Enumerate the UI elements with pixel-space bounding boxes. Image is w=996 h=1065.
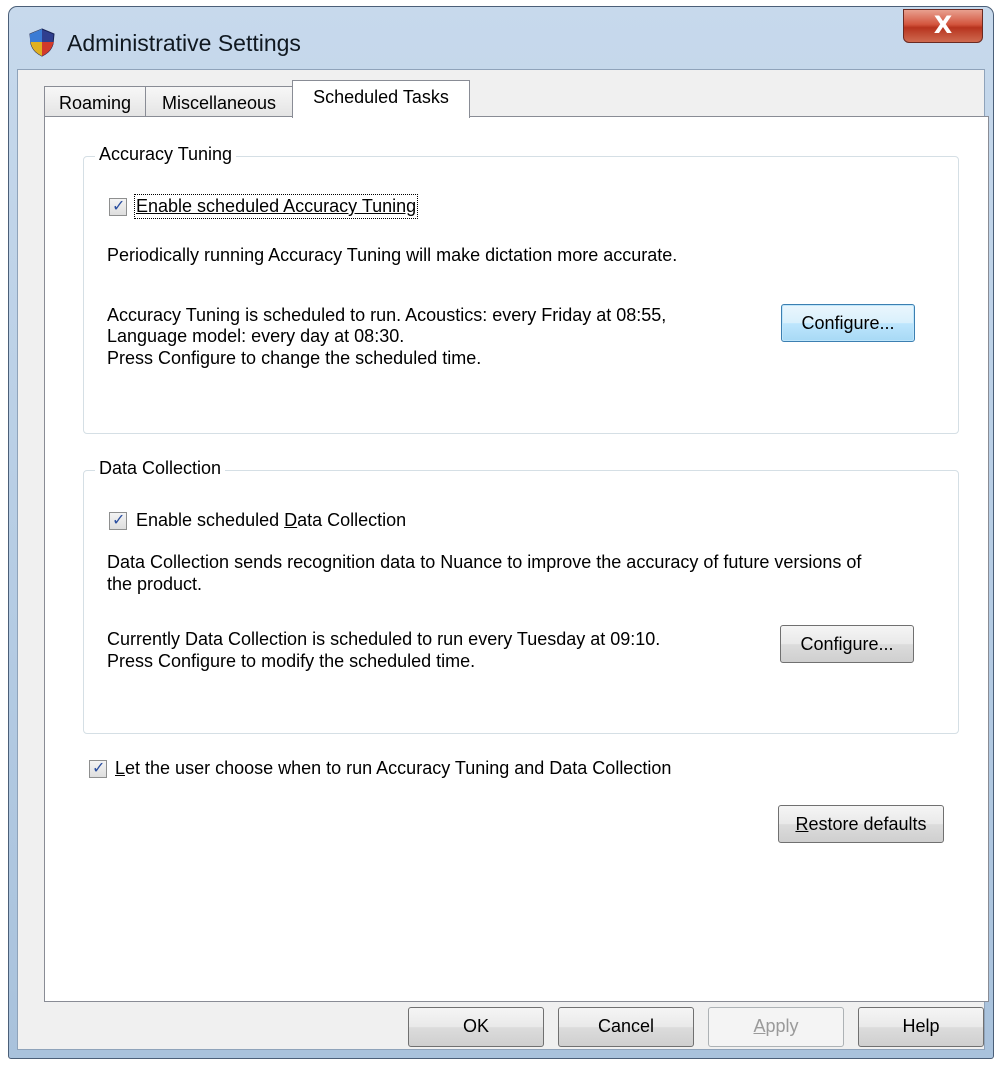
accuracy-tuning-description: Periodically running Accuracy Tuning wil… (107, 245, 678, 265)
label-part: Enable scheduled (136, 510, 285, 530)
data-collection-description-line1: Data Collection sends recognition data t… (107, 552, 862, 572)
tab-scheduled-tasks[interactable]: Scheduled Tasks (292, 80, 470, 118)
accelerator-key: L (115, 758, 126, 778)
checkmark-icon: ✓ (112, 510, 126, 529)
accuracy-tuning-schedule-line3: Press Configure to change the scheduled … (107, 348, 482, 368)
apply-button[interactable]: Apply (708, 1007, 844, 1047)
tab-label: Roaming (58, 93, 132, 113)
checkmark-icon: ✓ (112, 196, 126, 215)
accelerator-key: g (842, 634, 853, 654)
accuracy-tuning-configure-button[interactable]: Configure... (781, 304, 915, 342)
ok-button[interactable]: OK (408, 1007, 544, 1047)
cancel-button[interactable]: Cancel (558, 1007, 694, 1047)
enable-data-collection-label[interactable]: Enable scheduled Data Collection (136, 510, 406, 531)
tab-miscellaneous[interactable]: Miscellaneous (145, 86, 293, 118)
checkmark-icon: ✓ (92, 758, 106, 777)
enable-accuracy-tuning-label[interactable]: Enable scheduled Accuracy Tuning (133, 194, 419, 219)
window-title: Administrative Settings (67, 30, 301, 56)
label-part: estore defaults (808, 814, 927, 834)
data-collection-group-title: Data Collection (95, 458, 226, 479)
shield-icon (29, 28, 55, 57)
accelerator-key: A (753, 1016, 766, 1036)
label-part: ure... (852, 634, 894, 654)
tab-label: Scheduled Tasks (313, 87, 449, 107)
label-part: pply (765, 1016, 799, 1036)
restore-defaults-button[interactable]: Restore defaults (778, 805, 944, 843)
label-part: Confi (800, 634, 843, 654)
tab-panel-scheduled-tasks: Accuracy Tuning ✓ Enable scheduled Accur… (44, 116, 989, 1002)
tab-label: Miscellaneous (161, 93, 277, 113)
help-button[interactable]: Help (858, 1007, 984, 1047)
dialog-client-area: Roaming Miscellaneous Scheduled Tasks Ac… (17, 69, 989, 1050)
data-collection-schedule-line1: Currently Data Collection is scheduled t… (107, 629, 661, 649)
enable-accuracy-tuning-checkbox[interactable]: ✓ (109, 196, 127, 216)
title-bar: Administrative Settings X (9, 7, 993, 71)
data-collection-schedule-line2: Press Configure to modify the scheduled … (107, 651, 476, 671)
help-label: Help (902, 1016, 940, 1036)
tab-roaming[interactable]: Roaming (44, 86, 146, 118)
data-collection-configure-button[interactable]: Configure... (780, 625, 914, 663)
close-button[interactable]: X (903, 9, 983, 43)
enable-data-collection-checkbox[interactable]: ✓ (109, 510, 127, 530)
accuracy-tuning-schedule-line1: Accuracy Tuning is scheduled to run. Aco… (107, 305, 667, 325)
accelerator-key: R (795, 814, 809, 834)
configure-label: Configure... (801, 313, 895, 333)
data-collection-description-line2: the product. (107, 574, 203, 594)
accuracy-tuning-schedule-line2: Language model: every day at 08:30. (107, 326, 405, 346)
ok-label: OK (462, 1016, 489, 1036)
dialog-window: Administrative Settings X Roaming Miscel… (8, 6, 994, 1059)
enable-accuracy-tuning-text: Enable scheduled Accuracy Tuning (136, 196, 417, 216)
cancel-label: Cancel (597, 1016, 655, 1036)
accelerator-key: D (284, 510, 298, 530)
close-icon: X (933, 11, 953, 39)
label-part: ata Collection (297, 510, 407, 530)
let-user-choose-checkbox[interactable]: ✓ (89, 758, 107, 778)
let-user-choose-label[interactable]: Let the user choose when to run Accuracy… (115, 758, 671, 779)
accuracy-tuning-group-title: Accuracy Tuning (95, 144, 237, 165)
label-part: et the user choose when to run Accuracy … (125, 758, 672, 778)
